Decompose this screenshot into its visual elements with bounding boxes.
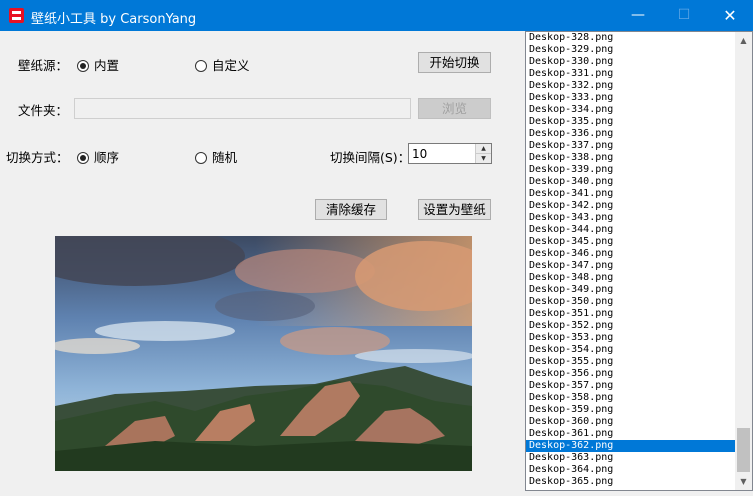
folder-label: 文件夹： [18, 103, 69, 118]
interval-value[interactable]: 10 [412, 147, 427, 161]
radio-checked-icon [77, 60, 89, 72]
close-icon[interactable]: ✕ [707, 0, 753, 31]
source-builtin-radio[interactable]: 内置 [77, 55, 119, 74]
minimize-icon[interactable]: — [615, 0, 661, 31]
list-item[interactable]: Deskop-350.png [526, 296, 735, 308]
list-item[interactable]: Deskop-349.png [526, 284, 735, 296]
list-item[interactable]: Deskop-342.png [526, 200, 735, 212]
stepper-buttons: ▲ ▼ [475, 144, 491, 163]
radio-label: 随机 [212, 150, 238, 165]
maximize-icon[interactable]: ☐ [661, 0, 707, 31]
list-item[interactable]: Deskop-336.png [526, 128, 735, 140]
stepper-down-icon[interactable]: ▼ [476, 154, 491, 163]
list-item[interactable]: Deskop-355.png [526, 356, 735, 368]
list-item[interactable]: Deskop-352.png [526, 320, 735, 332]
list-item[interactable]: Deskop-356.png [526, 368, 735, 380]
list-item[interactable]: Deskop-346.png [526, 248, 735, 260]
app-logo-icon [9, 8, 24, 23]
list-item[interactable]: Deskop-333.png [526, 92, 735, 104]
list-item[interactable]: Deskop-328.png [526, 32, 735, 44]
list-item[interactable]: Deskop-334.png [526, 104, 735, 116]
radio-unchecked-icon [195, 60, 207, 72]
radio-checked-icon [77, 152, 89, 164]
list-item[interactable]: Deskop-331.png [526, 68, 735, 80]
source-label: 壁纸源： [18, 58, 69, 73]
list-item[interactable]: Deskop-351.png [526, 308, 735, 320]
scroll-thumb[interactable] [737, 428, 750, 472]
list-item[interactable]: Deskop-347.png [526, 260, 735, 272]
list-item[interactable]: Deskop-360.png [526, 416, 735, 428]
list-item[interactable]: Deskop-341.png [526, 188, 735, 200]
mode-label: 切换方式： [6, 150, 69, 165]
list-item[interactable]: Deskop-332.png [526, 80, 735, 92]
list-item[interactable]: Deskop-358.png [526, 392, 735, 404]
mode-sequential-radio[interactable]: 顺序 [77, 147, 119, 166]
scroll-down-icon[interactable]: ▼ [735, 473, 752, 490]
list-item[interactable]: Deskop-329.png [526, 44, 735, 56]
list-item[interactable]: Deskop-339.png [526, 164, 735, 176]
list-item[interactable]: Deskop-337.png [526, 140, 735, 152]
wallpaper-preview [55, 236, 472, 471]
list-item[interactable]: Deskop-344.png [526, 224, 735, 236]
list-item[interactable]: Deskop-357.png [526, 380, 735, 392]
source-custom-radio[interactable]: 自定义 [195, 55, 250, 74]
scroll-up-icon[interactable]: ▲ [735, 32, 752, 49]
list-item[interactable]: Deskop-338.png [526, 152, 735, 164]
clear-cache-button[interactable]: 清除缓存 [315, 199, 387, 220]
radio-label: 顺序 [94, 150, 120, 165]
list-item[interactable]: Deskop-362.png [526, 440, 735, 452]
list-item[interactable]: Deskop-335.png [526, 116, 735, 128]
radio-unchecked-icon [195, 152, 207, 164]
list-item[interactable]: Deskop-361.png [526, 428, 735, 440]
list-item[interactable]: Deskop-345.png [526, 236, 735, 248]
list-scrollbar[interactable]: ▲ ▼ [735, 32, 752, 490]
list-item[interactable]: Deskop-330.png [526, 56, 735, 68]
browse-button[interactable]: 浏览 [418, 98, 491, 119]
list-item[interactable]: Deskop-364.png [526, 464, 735, 476]
title-bar[interactable]: 壁纸小工具 by CarsonYang — ☐ ✕ [0, 0, 753, 31]
interval-label: 切换间隔(S)： [330, 150, 411, 165]
stepper-up-icon[interactable]: ▲ [476, 144, 491, 154]
list-item[interactable]: Deskop-343.png [526, 212, 735, 224]
start-switch-button[interactable]: 开始切换 [418, 52, 491, 73]
list-item[interactable]: Deskop-340.png [526, 176, 735, 188]
preview-image [55, 236, 472, 471]
list-item[interactable]: Deskop-354.png [526, 344, 735, 356]
list-item[interactable]: Deskop-353.png [526, 332, 735, 344]
list-item[interactable]: Deskop-365.png [526, 476, 735, 488]
list-item[interactable]: Deskop-348.png [526, 272, 735, 284]
window-title: 壁纸小工具 by CarsonYang [31, 12, 197, 27]
mode-random-radio[interactable]: 随机 [195, 147, 237, 166]
interval-stepper[interactable]: 10 ▲ ▼ [408, 143, 492, 164]
set-wallpaper-button[interactable]: 设置为壁纸 [418, 199, 491, 220]
app-window: 壁纸小工具 by CarsonYang — ☐ ✕ 壁纸源： 内置 自定义 开始… [0, 0, 753, 496]
list-item[interactable]: Deskop-359.png [526, 404, 735, 416]
radio-label: 内置 [94, 58, 120, 73]
file-list-items: Deskop-328.png Deskop-329.png Deskop-330.p… [526, 32, 735, 488]
folder-path-input[interactable] [74, 98, 411, 119]
radio-label: 自定义 [212, 58, 250, 73]
file-list[interactable]: Deskop-328.png Deskop-329.png Deskop-330.p… [525, 31, 753, 491]
list-item[interactable]: Deskop-363.png [526, 452, 735, 464]
